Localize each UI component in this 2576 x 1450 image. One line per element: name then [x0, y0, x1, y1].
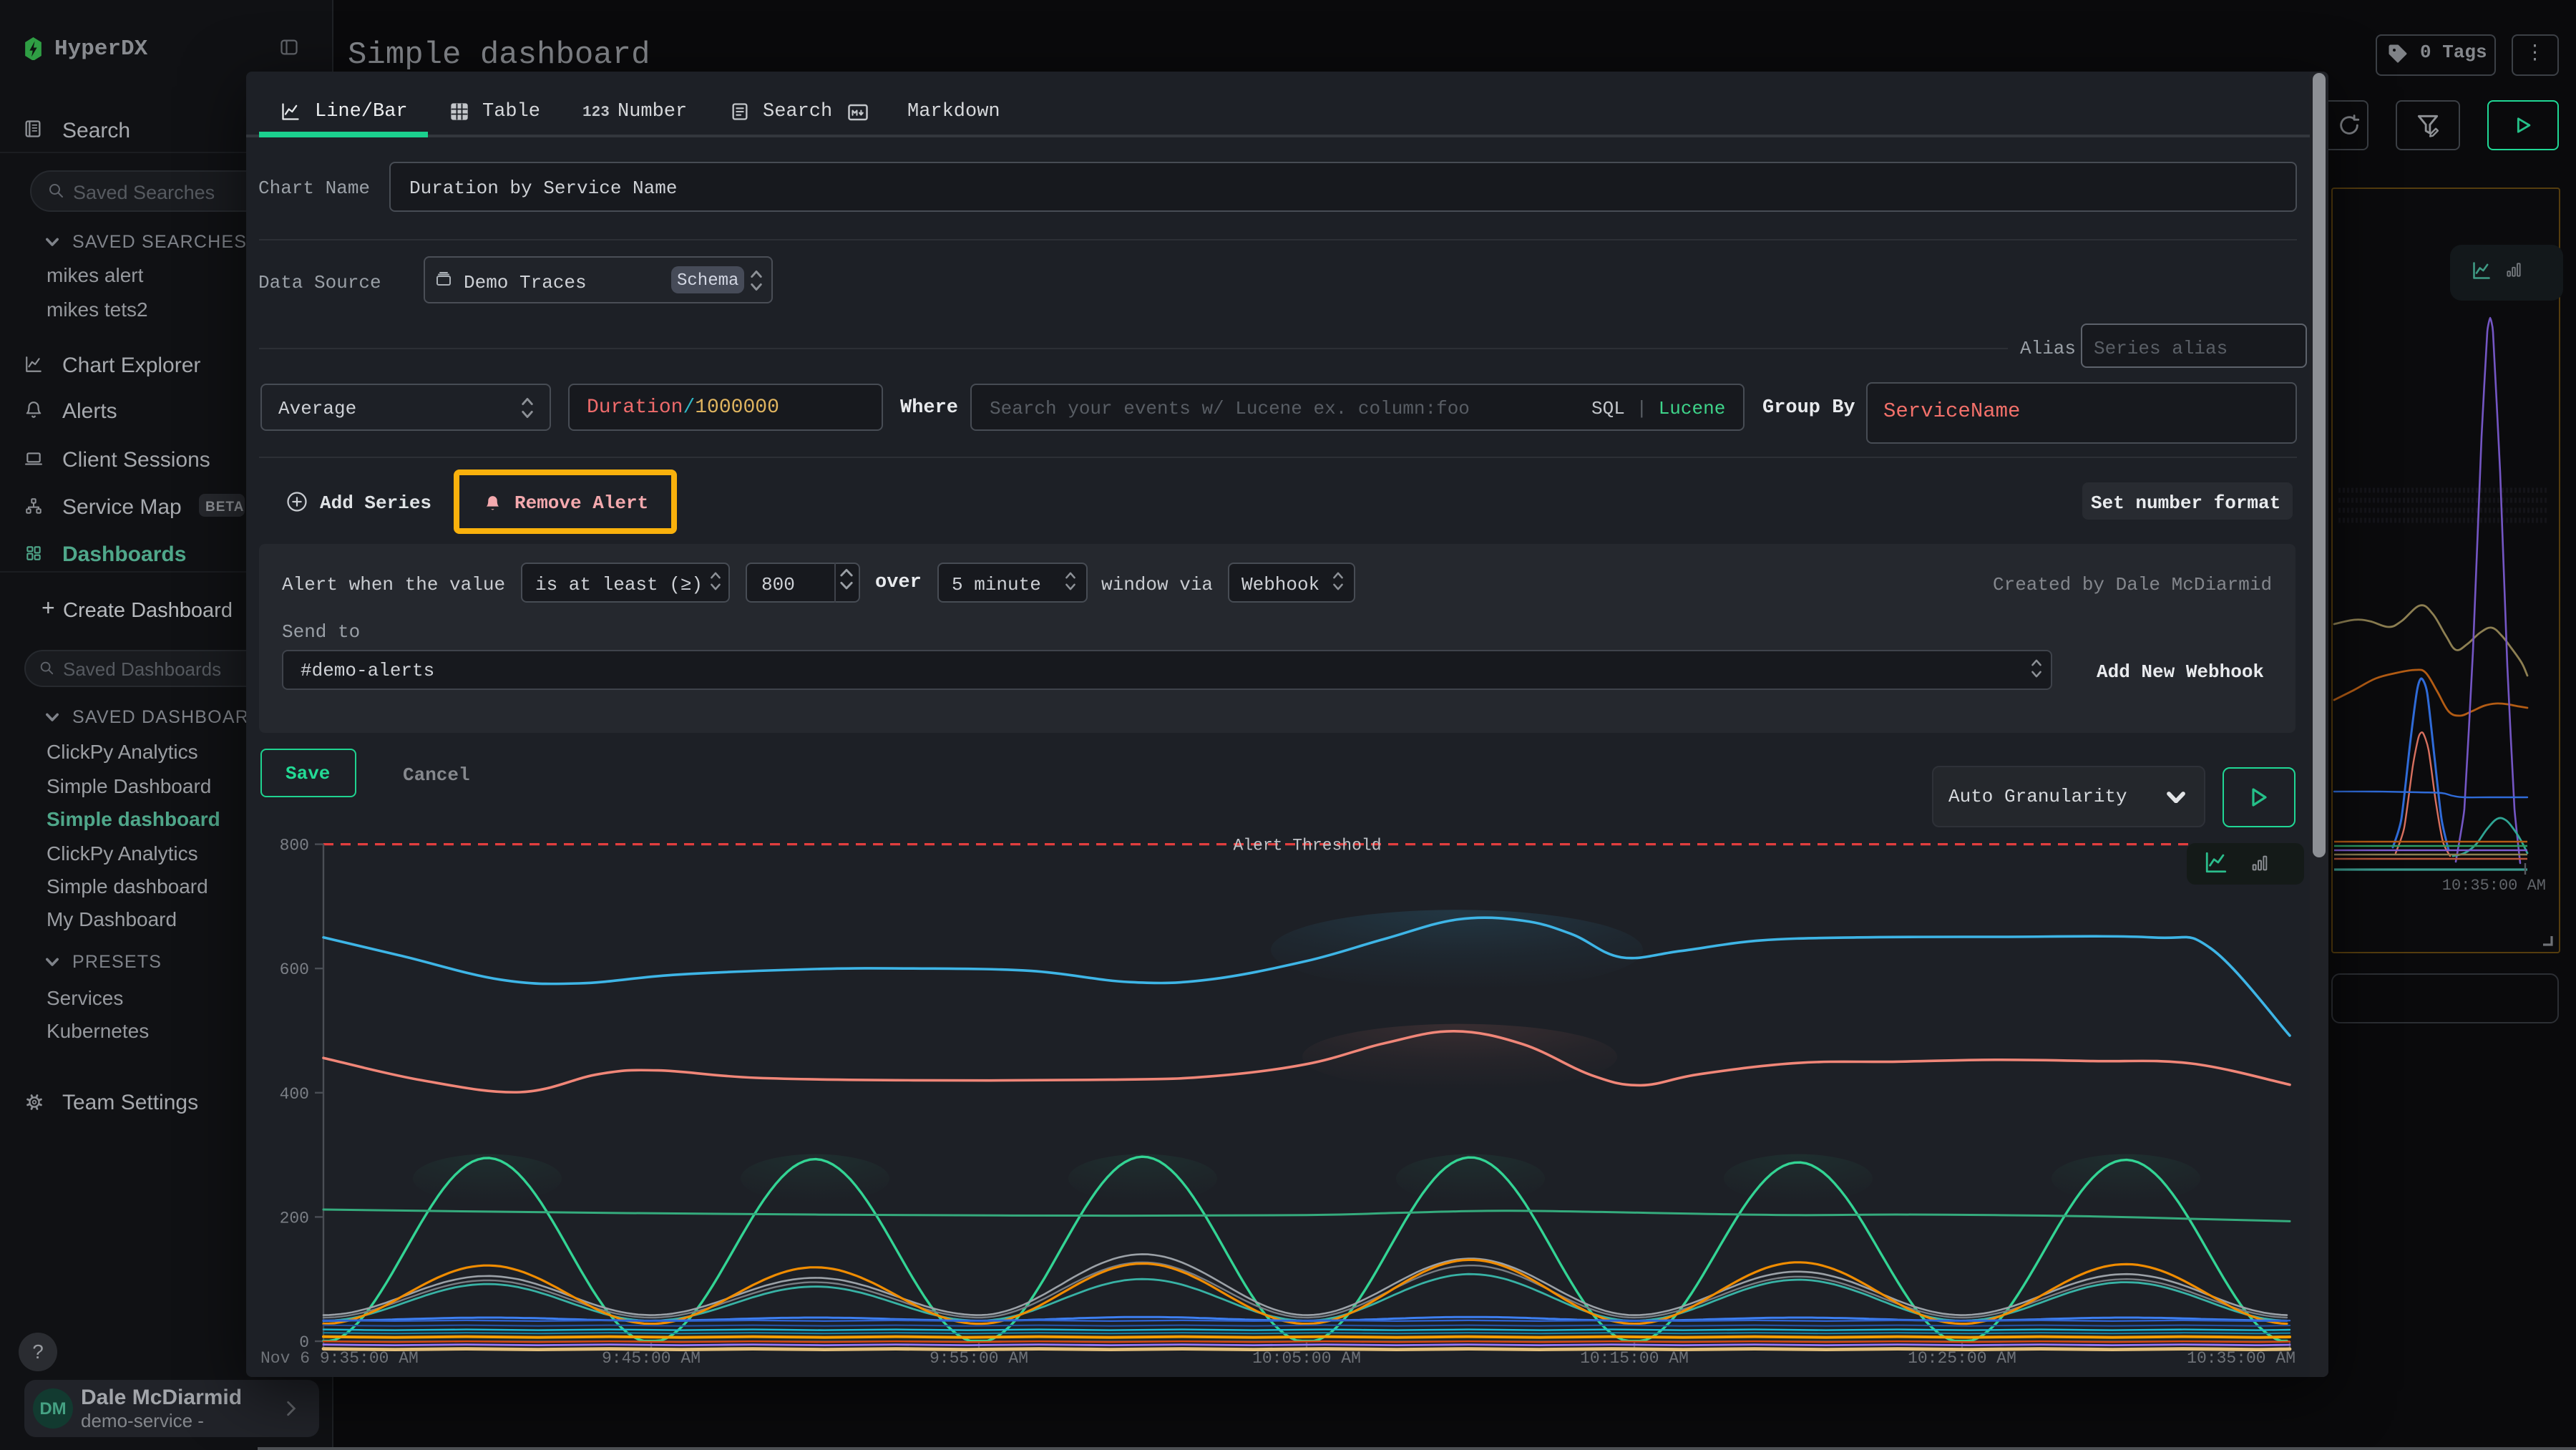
svg-text:10:25:00 AM: 10:25:00 AM — [1908, 1349, 2016, 1368]
svg-text:600: 600 — [280, 960, 309, 979]
svg-text:Alert Threshold: Alert Threshold — [1233, 837, 1381, 855]
svg-text:800: 800 — [280, 837, 309, 855]
svg-text:10:35:00 AM: 10:35:00 AM — [2187, 1349, 2296, 1368]
svg-text:10:05:00 AM: 10:05:00 AM — [1252, 1349, 1361, 1368]
svg-text:9:45:00 AM: 9:45:00 AM — [602, 1349, 701, 1368]
svg-text:10:35:00 AM: 10:35:00 AM — [2442, 877, 2546, 895]
svg-text:400: 400 — [280, 1085, 309, 1104]
svg-text:200: 200 — [280, 1209, 309, 1227]
svg-text:10:15:00 AM: 10:15:00 AM — [1580, 1349, 1689, 1368]
svg-text:Nov 6 9:35:00 AM: Nov 6 9:35:00 AM — [260, 1349, 419, 1368]
svg-text:9:55:00 AM: 9:55:00 AM — [930, 1349, 1028, 1368]
